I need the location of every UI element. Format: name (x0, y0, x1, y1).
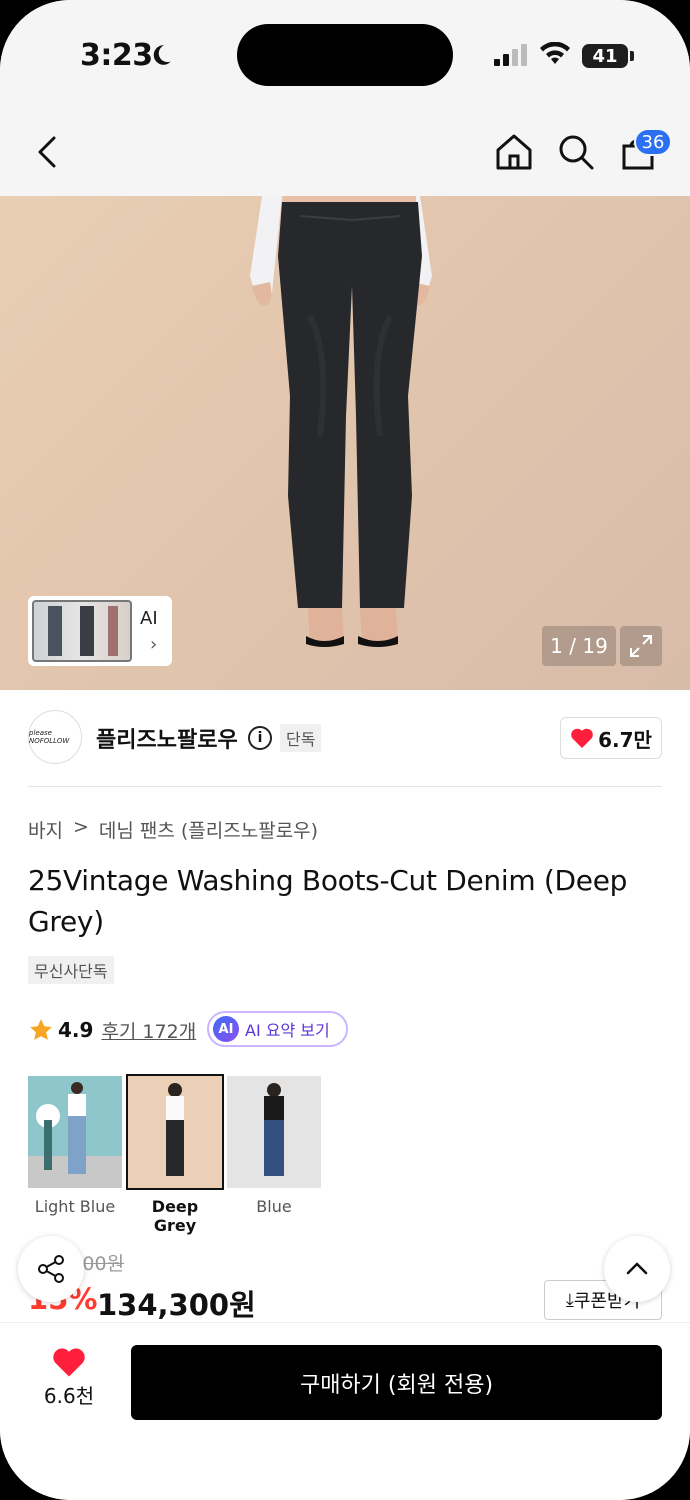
app-header (0, 110, 690, 196)
color-swatch-deep-grey[interactable] (126, 1074, 224, 1190)
brand-like-button[interactable]: 6.7만 (560, 717, 662, 759)
status-bar: 3:23 41 (0, 0, 690, 110)
download-icon: ⤓ (565, 1289, 574, 1311)
divider (28, 786, 662, 787)
ai-badge-icon: AI (213, 1016, 239, 1042)
breadcrumb-subcategory[interactable]: 데님 팬츠 (플리즈노팔로우) (99, 816, 318, 843)
exclusive-badge: 단독 (280, 724, 322, 752)
reviews-link[interactable]: 후기 172개 (101, 1017, 196, 1044)
thumbnail-preview (32, 600, 132, 662)
wishlist-count: 6.6천 (43, 1384, 95, 1408)
heart-icon (571, 728, 593, 748)
cart-count-badge: 36 (634, 128, 672, 156)
share-button[interactable] (18, 1236, 84, 1302)
musinsa-exclusive-tag: 무신사단독 (28, 956, 114, 984)
breadcrumb-separator: > (72, 816, 89, 838)
ai-summary-button[interactable]: AI AI 요약 보기 (207, 1011, 348, 1047)
brand-logo[interactable]: please NOFOLLOW (28, 710, 82, 764)
phone-screen: 3:23 41 36 AI › 1 / 19 please NOFOLLOW 플… (0, 0, 690, 1500)
battery-cap (630, 51, 634, 61)
chevron-right-icon: › (150, 634, 158, 655)
back-icon[interactable] (26, 130, 70, 174)
buy-button[interactable]: 구매하기 (회원 전용) (131, 1345, 662, 1420)
brand-logo-text: please NOFOLLOW (29, 729, 70, 745)
scroll-top-button[interactable] (604, 1236, 670, 1302)
color-label-deep-grey: Deep Grey (151, 1197, 199, 1235)
ai-label: AI (140, 608, 158, 629)
heart-icon (53, 1348, 85, 1377)
sale-price: 134,300원 (97, 1288, 256, 1322)
signal-icon (494, 44, 527, 66)
breadcrumb-category[interactable]: 바지 (28, 816, 63, 843)
info-icon[interactable]: i (248, 726, 272, 750)
color-swatch-light-blue[interactable] (28, 1076, 122, 1188)
chevron-up-icon (626, 1262, 648, 1275)
breadcrumb: 바지 > 데님 팬츠 (플리즈노팔로우) (28, 816, 318, 843)
brand-like-count: 6.7만 (598, 727, 652, 752)
search-icon[interactable] (554, 130, 598, 174)
rating-value: 4.9 (58, 1018, 94, 1042)
brand-name[interactable]: 플리즈노팔로우 (96, 722, 238, 754)
color-label-blue: Blue (256, 1197, 292, 1216)
color-label-light-blue: Light Blue (34, 1197, 116, 1216)
expand-icon[interactable] (620, 626, 662, 666)
star-icon (30, 1019, 52, 1040)
status-time: 3:23 (80, 38, 153, 73)
product-title: 25Vintage Washing Boots-Cut Denim (Deep … (28, 864, 628, 938)
product-image[interactable]: AI › 1 / 19 (0, 196, 690, 690)
battery-indicator: 41 (582, 44, 628, 68)
battery-level: 41 (592, 45, 618, 67)
home-icon[interactable] (492, 130, 536, 174)
share-icon (38, 1255, 64, 1283)
ai-summary-label: AI 요약 보기 (245, 1021, 330, 1040)
rating-row: 4.9 후기 172개 (28, 1012, 196, 1048)
color-swatch-blue[interactable] (227, 1076, 321, 1188)
moon-icon (153, 45, 171, 65)
wifi-icon (540, 42, 570, 64)
dynamic-island (237, 24, 453, 86)
wishlist-button[interactable]: 6.6천 (36, 1346, 102, 1409)
ai-thumbnail-strip[interactable]: AI › (28, 596, 172, 666)
image-counter: 1 / 19 (542, 626, 616, 666)
